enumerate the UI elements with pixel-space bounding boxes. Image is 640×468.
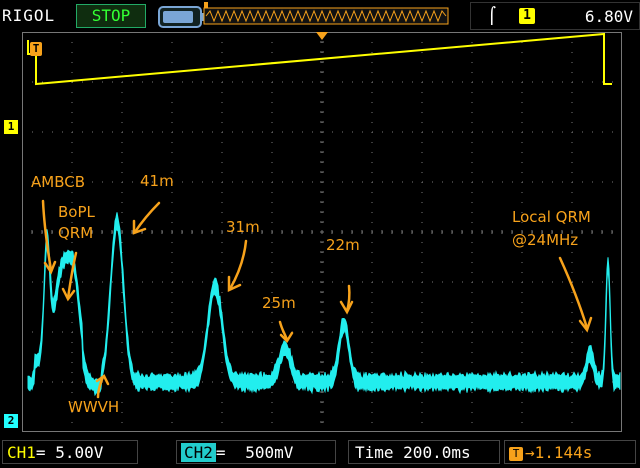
timebase-scale: 200.0ms — [403, 443, 471, 462]
ch1-offset-marker[interactable]: 1 — [4, 120, 18, 134]
annotation-41m: 41m — [140, 172, 174, 190]
annotation-31m: 31m — [226, 218, 260, 236]
annotation-24mhz: @24MHz — [512, 231, 579, 249]
annotation-22m: 22m — [326, 236, 360, 254]
memory-depth-icon — [158, 6, 206, 28]
arrow-right-icon: → — [525, 443, 535, 462]
trigger-time-marker[interactable] — [316, 32, 328, 40]
ch1-label: CH1 — [7, 443, 36, 462]
annotation-local-qrm: Local QRM — [512, 208, 591, 226]
run-stop-indicator[interactable]: STOP — [76, 4, 146, 28]
ch2-label: CH2 — [181, 443, 216, 462]
trigger-source-badge: 1 — [519, 8, 535, 24]
annotation-ambcb: AMBCB — [31, 173, 85, 191]
ch2-offset-marker[interactable]: 2 — [4, 414, 18, 428]
timebase-box[interactable]: Time 200.0ms — [348, 440, 500, 464]
annotation-qrm: QRM — [58, 224, 94, 242]
channel-info-bar: CH1= 5.00V CH2 = 500mV Time 200.0ms T →1.1… — [0, 436, 640, 468]
rising-edge-icon: ⌠ — [487, 6, 497, 25]
annotation-wwvh: WWVH — [68, 398, 120, 416]
ch2-scale-box[interactable]: CH2 = 500mV — [176, 440, 336, 464]
status-bar: RIGOL STOP ⌠ 1 6.80V — [0, 0, 640, 32]
annotation-bopl: BoPL — [58, 203, 95, 221]
ch2-scale: 500mV — [245, 443, 294, 462]
brand-logo: RIGOL — [2, 6, 56, 25]
dc-coupling-icon: = — [35, 443, 46, 462]
annotation-25m: 25m — [262, 294, 296, 312]
trigger-info[interactable]: ⌠ 1 6.80V — [470, 2, 640, 30]
trigger-level: 6.80V — [584, 7, 633, 26]
dc-coupling-icon: = — [215, 443, 226, 462]
waveform-memory-overview — [203, 2, 449, 25]
trigger-position-marker[interactable]: T — [30, 42, 42, 56]
trigger-offset: 1.144s — [534, 443, 593, 462]
ch1-scale-box[interactable]: CH1= 5.00V — [2, 440, 138, 464]
trigger-offset-box[interactable]: T →1.144s — [504, 440, 636, 464]
ch1-scale: 5.00V — [55, 443, 104, 462]
time-label: Time — [355, 443, 394, 462]
trigger-icon: T — [509, 446, 523, 461]
